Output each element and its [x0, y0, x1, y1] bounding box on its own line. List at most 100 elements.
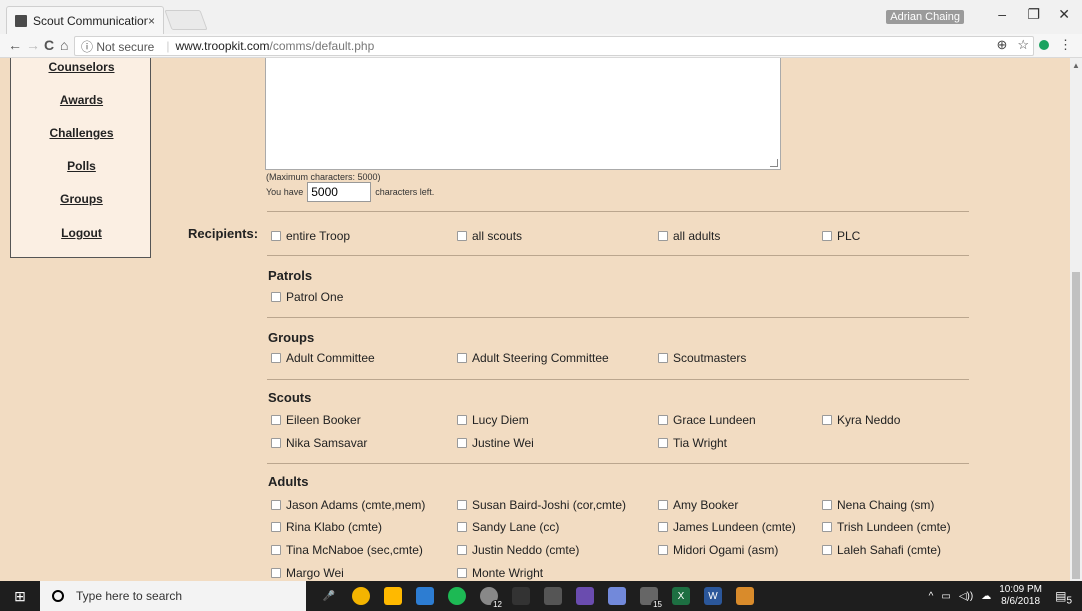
checkbox-adult[interactable]: Midori Ogami (asm) [658, 543, 778, 557]
file-explorer-icon[interactable] [384, 587, 402, 605]
checkbox-icon[interactable] [271, 415, 281, 425]
volume-icon[interactable]: ◁)) [959, 591, 973, 602]
page-scrollbar[interactable]: ▲ [1070, 58, 1082, 581]
bookmark-star-icon[interactable]: ☆ [1017, 37, 1029, 53]
network-icon[interactable]: ▭ [941, 591, 950, 602]
checkbox-adult[interactable]: Jason Adams (cmte,mem) [271, 498, 425, 512]
checkbox-scout[interactable]: Tia Wright [658, 436, 727, 450]
checkbox-scout[interactable]: Nika Samsavar [271, 436, 367, 450]
checkbox-icon[interactable] [658, 353, 668, 363]
new-tab-button[interactable] [164, 10, 208, 30]
checkbox-adult[interactable]: Justin Neddo (cmte) [457, 543, 579, 557]
checkbox-adult[interactable]: James Lundeen (cmte) [658, 520, 796, 534]
extension-icon[interactable] [1039, 40, 1049, 50]
checkbox-icon[interactable] [658, 545, 668, 555]
checkbox-adult[interactable]: Monte Wright [457, 566, 543, 580]
checkbox-patrol-one[interactable]: Patrol One [271, 290, 343, 304]
checkbox-icon[interactable] [822, 522, 832, 532]
cloud-icon[interactable]: ☁ [981, 591, 991, 602]
checkbox-all-scouts[interactable]: all scouts [457, 229, 522, 243]
checkbox-adult[interactable]: Nena Chaing (sm) [822, 498, 934, 512]
checkbox-icon[interactable] [271, 353, 281, 363]
tray-chevron-icon[interactable]: ^ [929, 591, 934, 602]
resize-grip-icon[interactable] [770, 159, 778, 167]
not-secure-indicator[interactable]: ⓘ Not secure [81, 38, 154, 55]
checkbox-adult[interactable]: Trish Lundeen (cmte) [822, 520, 951, 534]
checkbox-icon[interactable] [271, 231, 281, 241]
word-icon[interactable]: W [704, 587, 722, 605]
checkbox-entire-troop[interactable]: entire Troop [271, 229, 350, 243]
minimize-button[interactable]: – [998, 6, 1006, 22]
sidebar-item-groups[interactable]: Groups [11, 192, 152, 206]
checkbox-icon[interactable] [457, 568, 467, 578]
back-button[interactable]: ← [8, 37, 22, 53]
onedrive-app-icon[interactable] [736, 587, 754, 605]
checkbox-adult[interactable]: Laleh Sahafi (cmte) [822, 543, 941, 557]
discord-icon[interactable] [608, 587, 626, 605]
browser-user-badge[interactable]: Adrian Chaing [886, 10, 964, 24]
sidebar-item-polls[interactable]: Polls [11, 159, 152, 173]
game-app-icon[interactable] [576, 587, 594, 605]
checkbox-icon[interactable] [271, 292, 281, 302]
checkbox-icon[interactable] [457, 522, 467, 532]
photos-icon[interactable] [416, 587, 434, 605]
checkbox-icon[interactable] [457, 545, 467, 555]
checkbox-scout[interactable]: Kyra Neddo [822, 413, 900, 427]
tab-close-icon[interactable]: × [148, 14, 155, 28]
reload-button[interactable]: C [44, 37, 54, 53]
checkbox-scout[interactable]: Justine Wei [457, 436, 534, 450]
checkbox-icon[interactable] [457, 231, 467, 241]
microphone-icon[interactable]: 🎤 [320, 587, 338, 605]
checkbox-plc[interactable]: PLC [822, 229, 860, 243]
checkbox-adult[interactable]: Amy Booker [658, 498, 738, 512]
checkbox-adult[interactable]: Margo Wei [271, 566, 344, 580]
checkbox-icon[interactable] [658, 522, 668, 532]
game-icon[interactable] [512, 587, 530, 605]
scrollbar-thumb[interactable] [1072, 272, 1080, 579]
checkbox-icon[interactable] [658, 231, 668, 241]
checkbox-icon[interactable] [271, 568, 281, 578]
checkbox-adult[interactable]: Sandy Lane (cc) [457, 520, 559, 534]
scroll-up-icon[interactable]: ▲ [1072, 61, 1080, 70]
windows-start-button[interactable]: ⊞ [0, 581, 40, 611]
xbox-icon[interactable]: 12 [480, 587, 504, 609]
sidebar-item-challenges[interactable]: Challenges [11, 126, 152, 140]
close-window-button[interactable]: ✕ [1058, 6, 1070, 23]
taskbar-search-box[interactable]: Type here to search [40, 581, 306, 611]
checkbox-icon[interactable] [271, 545, 281, 555]
forward-button[interactable]: → [26, 37, 40, 53]
checkbox-scout[interactable]: Grace Lundeen [658, 413, 756, 427]
restore-button[interactable]: ❐ [1027, 6, 1040, 23]
sidebar-item-counselors[interactable]: Counselors [11, 60, 152, 74]
chars-left-counter[interactable] [307, 182, 372, 202]
checkbox-scout[interactable]: Lucy Diem [457, 413, 529, 427]
checkbox-icon[interactable] [271, 522, 281, 532]
checkbox-all-adults[interactable]: all adults [658, 229, 720, 243]
checkbox-icon[interactable] [822, 415, 832, 425]
url-input[interactable]: ⓘ Not secure | www.troopkit.com /comms/d… [74, 36, 1034, 56]
checkbox-adult[interactable]: Rina Klabo (cmte) [271, 520, 382, 534]
sidebar-item-awards[interactable]: Awards [11, 93, 152, 107]
zoom-icon[interactable]: ⊕ [996, 37, 1007, 53]
checkbox-adult[interactable]: Susan Baird-Joshi (cor,cmte) [457, 498, 626, 512]
chrome-icon[interactable] [352, 587, 370, 605]
checkbox-scout[interactable]: Eileen Booker [271, 413, 361, 427]
browser-menu-icon[interactable]: ⋮ [1059, 37, 1072, 53]
checkbox-icon[interactable] [658, 415, 668, 425]
sidebar-item-logout[interactable]: Logout [11, 226, 152, 240]
checkbox-adult[interactable]: Tina McNaboe (sec,cmte) [271, 543, 423, 557]
excel-icon[interactable]: X [672, 587, 690, 605]
system-clock[interactable]: 10:09 PM 8/6/2018 [999, 584, 1042, 608]
home-button[interactable]: ⌂ [60, 37, 68, 53]
notification-center-icon[interactable]: ▤5 [1055, 589, 1072, 606]
checkbox-scoutmasters[interactable]: Scoutmasters [658, 351, 746, 365]
checkbox-icon[interactable] [457, 500, 467, 510]
checkbox-icon[interactable] [457, 415, 467, 425]
checkbox-icon[interactable] [658, 500, 668, 510]
checkbox-icon[interactable] [822, 545, 832, 555]
message-textarea[interactable] [265, 58, 781, 170]
checkbox-icon[interactable] [822, 231, 832, 241]
checkbox-adult-steering-committee[interactable]: Adult Steering Committee [457, 351, 609, 365]
browser-tab[interactable]: Scout Communications × [6, 6, 164, 34]
checkbox-icon[interactable] [457, 438, 467, 448]
